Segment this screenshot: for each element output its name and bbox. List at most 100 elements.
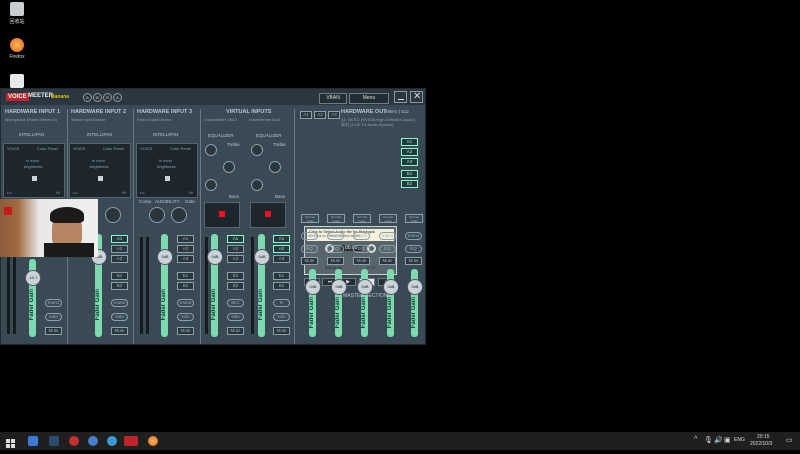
eq-mid-knob-1[interactable] [223, 161, 235, 173]
hw2-mono-button[interactable]: mono [111, 299, 128, 307]
microphone-icon[interactable]: 🎙 [704, 436, 713, 444]
eq-mid-knob-2[interactable] [269, 161, 281, 173]
hw1-mute-button[interactable]: Mute [45, 327, 62, 335]
taskbar-app-3[interactable] [69, 436, 79, 446]
v2-solo-button[interactable]: solo [273, 313, 290, 321]
master-fader-knob-a2[interactable]: 0dB [331, 279, 347, 295]
intellipan-cursor[interactable] [32, 176, 37, 181]
taskbar-voicemeeter[interactable] [124, 436, 138, 446]
intellipan-panel-3[interactable]: VOICE Color Panel fx echo brightness Lo … [136, 143, 198, 198]
strip-device-hw3[interactable]: Select Input Device [137, 117, 171, 122]
intellipan-cursor[interactable] [98, 176, 103, 181]
fader-knob-v1[interactable]: 0dB [207, 249, 223, 265]
master-mute-a1[interactable]: Mute [301, 257, 318, 265]
pan-cursor[interactable] [219, 211, 225, 217]
vban-button[interactable]: VBAN [319, 93, 347, 104]
eq-treble-knob-2[interactable] [251, 144, 263, 156]
v1-bus-b1[interactable]: B1 [227, 272, 244, 280]
hw2-mute-button[interactable]: Mute [111, 327, 128, 335]
audibility-knob-2[interactable] [105, 207, 121, 223]
v2-mute-button[interactable]: Mute [273, 327, 290, 335]
player-bus-a1[interactable]: A1 [401, 138, 418, 146]
intellipan-panel-2[interactable]: VOICE Color Panel fx echo brightness Lo … [69, 143, 131, 198]
hw2-bus-a3[interactable]: A3 [111, 255, 128, 263]
player-bus-b2[interactable]: B2 [401, 180, 418, 188]
master-eq-b1[interactable]: EQ [379, 245, 396, 253]
hw3-solo-button[interactable]: solo [177, 313, 194, 321]
master-mute-b2[interactable]: Mute [405, 257, 422, 265]
master-mode-a1[interactable]: Normal mode [301, 214, 319, 223]
master-fader-knob-b2[interactable]: 0dB [407, 279, 423, 295]
clock-time[interactable]: 20:15 [757, 434, 770, 440]
gate-knob-3[interactable] [171, 207, 187, 223]
fader-knob-v2[interactable]: 0dB [254, 249, 270, 265]
hwout-bus-a2[interactable]: A2 [314, 111, 326, 119]
master-eq-a1[interactable]: EQ [301, 245, 318, 253]
hw3-mute-button[interactable]: Mute [177, 327, 194, 335]
v1-bus-a3[interactable]: A3 [227, 255, 244, 263]
v1-mute-button[interactable]: Mute [227, 327, 244, 335]
master-fader-knob-a3[interactable]: 0dB [357, 279, 373, 295]
intellipan-panel-1[interactable]: VOICE Color Panel fx echo brightness Lo … [3, 143, 65, 198]
notification-icon[interactable]: ▭ [786, 436, 793, 444]
master-eq-a3[interactable]: EQ [353, 245, 370, 253]
master-mono-b1[interactable]: mono [379, 232, 396, 240]
v2-bus-b1[interactable]: B1 [273, 272, 290, 280]
eq-bass-knob-2[interactable] [251, 179, 263, 191]
fader-knob-hw1[interactable]: -10.7 [25, 270, 41, 286]
v2-bus-a2[interactable]: A2 [273, 245, 290, 253]
v1-mc-button[interactable]: M.C [227, 299, 244, 307]
start-button[interactable] [6, 436, 16, 448]
hw3-bus-b2[interactable]: B2 [177, 282, 194, 290]
hw1-solo-button[interactable]: solo [45, 313, 62, 321]
desktop-icon-firefox[interactable]: Firefox [4, 38, 30, 60]
pan-cursor[interactable] [265, 211, 271, 217]
menu-button[interactable]: Menu [349, 93, 389, 104]
hw2-solo-button[interactable]: solo [111, 313, 128, 321]
volume-icon[interactable]: 🔊 [714, 436, 723, 444]
comp-knob-3[interactable] [149, 207, 165, 223]
v2-bus-b2[interactable]: B2 [273, 282, 290, 290]
hw3-mono-button[interactable]: mono [177, 299, 194, 307]
v1-bus-b2[interactable]: B2 [227, 282, 244, 290]
master-eq-a2[interactable]: EQ [327, 245, 344, 253]
master-fader-knob-b1[interactable]: 0dB [383, 279, 399, 295]
hwout-bus-a1[interactable]: A1 [300, 111, 312, 119]
master-mono-b2[interactable]: mono [405, 232, 422, 240]
taskbar-steam[interactable] [49, 436, 59, 446]
clock-date[interactable]: 2022/10/3 [750, 441, 772, 447]
fader-knob-hw3[interactable]: 0dB [157, 249, 173, 265]
v1-bus-a1[interactable]: A1 [227, 235, 244, 243]
tray-chevron-icon[interactable]: ^ [694, 436, 697, 443]
v1-solo-button[interactable]: solo [227, 313, 244, 321]
hw3-bus-a3[interactable]: A3 [177, 255, 194, 263]
virtual-pan-2[interactable] [250, 202, 286, 228]
master-eq-b2[interactable]: EQ [405, 245, 422, 253]
hw2-bus-a2[interactable]: A2 [111, 245, 128, 253]
v2-bus-a3[interactable]: A3 [273, 255, 290, 263]
close-button[interactable]: ✕ [410, 91, 423, 103]
master-mode-b1[interactable]: Normal mode [379, 214, 397, 223]
hw2-bus-b2[interactable]: B2 [111, 282, 128, 290]
master-mute-b1[interactable]: Mute [379, 257, 396, 265]
player-bus-a2[interactable]: A2 [401, 148, 418, 156]
master-mute-a2[interactable]: Mute [327, 257, 344, 265]
eq-bass-knob-1[interactable] [205, 179, 217, 191]
strip-device-hw2[interactable]: Select Input Device [71, 117, 105, 122]
master-mono-a2[interactable]: mono [327, 232, 344, 240]
language-indicator[interactable]: ENG [734, 437, 745, 443]
hw3-bus-b1[interactable]: B1 [177, 272, 194, 280]
hw3-bus-a2[interactable]: A2 [177, 245, 194, 253]
taskbar-app-1[interactable] [28, 436, 38, 446]
v1-bus-a2[interactable]: A2 [227, 245, 244, 253]
taskbar-app-5[interactable] [107, 436, 117, 446]
strip-device-hw1[interactable]: Microphone (Razer Seiren X) [5, 117, 57, 122]
hw2-bus-a1[interactable]: A1 [111, 235, 128, 243]
master-mode-a3[interactable]: Normal mode [353, 214, 371, 223]
taskbar-firefox[interactable] [148, 436, 158, 446]
player-bus-a3[interactable]: A3 [401, 158, 418, 166]
master-mode-b2[interactable]: Normal mode [405, 214, 423, 223]
hw1-mono-button[interactable]: mono [45, 299, 62, 307]
intellipan-cursor[interactable] [165, 176, 170, 181]
hw3-bus-a1[interactable]: A1 [177, 235, 194, 243]
